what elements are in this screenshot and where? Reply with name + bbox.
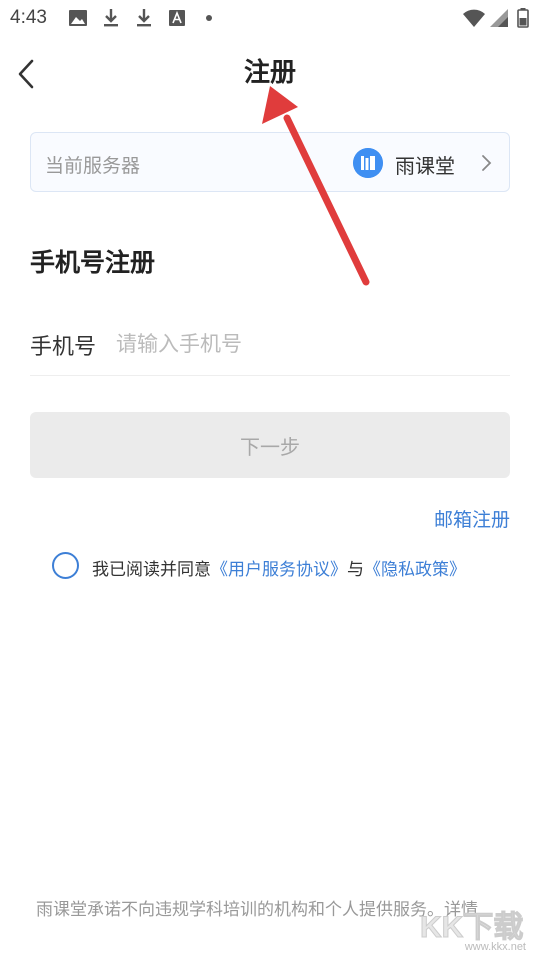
agreement-conj: 与 (347, 560, 364, 580)
footer-notice: 雨课堂承诺不向违规学科培训的机构和个人提供服务。详情 (36, 900, 478, 920)
agree-checkbox[interactable] (52, 552, 79, 579)
section-title: 手机号注册 (30, 248, 156, 277)
download-icon (104, 9, 118, 27)
watermark: KK下载 www.kkx.net (414, 905, 534, 957)
next-step-button[interactable]: 下一步 (30, 412, 510, 478)
server-label: 当前服务器 (45, 155, 141, 177)
page-title: 注册 (243, 58, 296, 88)
status-time: 4:43 (10, 7, 47, 28)
wifi-icon (463, 9, 485, 27)
email-register-link[interactable]: 邮箱注册 (434, 505, 510, 532)
download-icon (137, 9, 151, 27)
font-app-icon (169, 10, 185, 26)
server-name: 雨课堂 (395, 154, 455, 178)
agreement-prefix: 我已阅读并同意 (92, 560, 211, 580)
phone-input[interactable] (116, 324, 496, 364)
cell-signal-icon (490, 9, 508, 27)
agreement-text: 我已阅读并同意《用户服务协议》与《隐私政策》 (92, 555, 466, 580)
watermark-logo-icon: KK下载 (420, 911, 524, 945)
notification-dot-icon (206, 15, 212, 21)
watermark-domain: www.kkx.net (464, 941, 526, 953)
server-selector[interactable]: 当前服务器 雨课堂 (30, 132, 510, 192)
chevron-right-icon (482, 155, 492, 171)
battery-icon (517, 8, 529, 28)
watermark-logo-text: KK下载 (420, 911, 523, 944)
privacy-link[interactable]: 《隐私政策》 (364, 560, 466, 580)
terms-link[interactable]: 《用户服务协议》 (211, 560, 347, 580)
rain-classroom-logo-icon (353, 148, 383, 178)
status-bar: 4:43 (0, 0, 540, 36)
phone-label: 手机号 (30, 335, 97, 360)
phone-row: 手机号 (30, 320, 510, 376)
image-icon (69, 10, 87, 26)
